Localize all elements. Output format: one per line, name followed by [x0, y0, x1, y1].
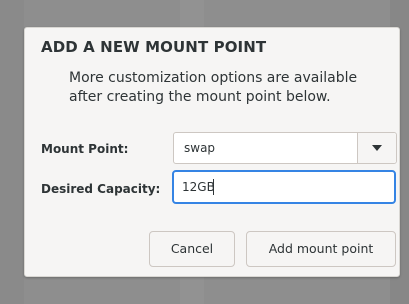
mount-point-combobox[interactable]: swap — [173, 132, 397, 164]
mount-point-dropdown-button[interactable] — [357, 133, 396, 163]
desired-capacity-label: Desired Capacity: — [41, 182, 161, 196]
dialog-title: ADD A NEW MOUNT POINT — [41, 38, 267, 56]
mount-point-label: Mount Point: — [41, 142, 129, 156]
desired-capacity-input[interactable] — [172, 170, 396, 204]
add-mount-point-button[interactable]: Add mount point — [246, 231, 396, 267]
mount-point-value[interactable]: swap — [184, 141, 215, 155]
dialog-description: More customization options are available… — [69, 70, 358, 105]
cancel-button[interactable]: Cancel — [149, 231, 235, 267]
background-panel-left — [0, 0, 24, 304]
text-cursor — [213, 179, 214, 195]
chevron-down-icon — [372, 145, 382, 151]
